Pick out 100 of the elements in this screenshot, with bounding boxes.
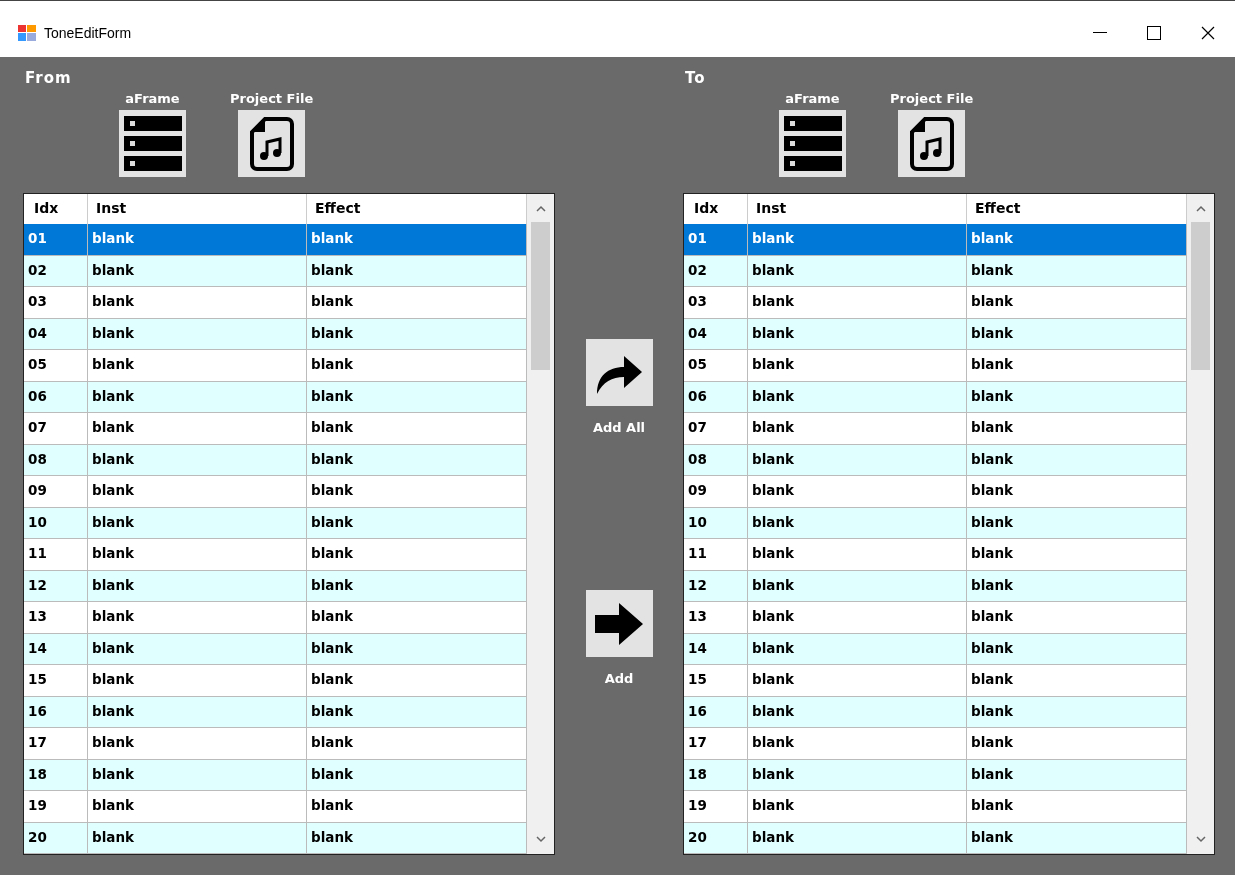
table-row[interactable]: 15 blank blank: [24, 665, 527, 697]
table-cell: blank: [88, 728, 307, 760]
table-row[interactable]: 09 blank blank: [24, 476, 527, 508]
button-label: Add: [604, 671, 634, 686]
minimize-icon: [1093, 32, 1107, 34]
table-cell: 07: [684, 413, 748, 445]
table-cell: 01: [684, 224, 748, 256]
table-row[interactable]: 19 blank blank: [24, 791, 527, 823]
server-rack-icon: [783, 115, 842, 172]
scroll-thumb[interactable]: [1191, 222, 1210, 370]
table-row[interactable]: 14 blank blank: [684, 633, 1187, 665]
table-row[interactable]: 17 blank blank: [24, 728, 527, 760]
table-row[interactable]: 12 blank blank: [684, 570, 1187, 602]
table-row[interactable]: 07 blank blank: [684, 413, 1187, 445]
table-row[interactable]: 13 blank blank: [684, 602, 1187, 634]
right-arrow-icon: [593, 600, 645, 647]
table-row[interactable]: 11 blank blank: [24, 539, 527, 571]
table-cell: 19: [684, 791, 748, 823]
table-cell: blank: [88, 224, 307, 256]
table-row[interactable]: 05 blank blank: [24, 350, 527, 382]
table-row[interactable]: 20 blank blank: [684, 822, 1187, 854]
table-cell: blank: [748, 350, 967, 382]
table-cell: 20: [684, 822, 748, 854]
table-row[interactable]: 16 blank blank: [684, 696, 1187, 728]
table-row[interactable]: 08 blank blank: [684, 444, 1187, 476]
table-cell: blank: [748, 728, 967, 760]
table-row[interactable]: 06 blank blank: [684, 381, 1187, 413]
data-grid[interactable]: [683, 193, 1215, 855]
source-button[interactable]: [119, 110, 186, 177]
source-label: Project File: [890, 91, 974, 106]
table-cell: blank: [88, 665, 307, 697]
table-cell: 07: [24, 413, 88, 445]
scroll-thumb[interactable]: [531, 222, 550, 370]
table-cell: 11: [684, 539, 748, 571]
table-row[interactable]: 20 blank blank: [24, 822, 527, 854]
table-row[interactable]: 08 blank blank: [24, 444, 527, 476]
table-cell: blank: [88, 413, 307, 445]
table-row[interactable]: 01 blank blank: [24, 224, 527, 256]
vertical-scrollbar[interactable]: [1187, 194, 1214, 854]
vertical-scrollbar[interactable]: [527, 194, 554, 854]
table-cell: blank: [748, 224, 967, 256]
table-row[interactable]: 06 blank blank: [24, 381, 527, 413]
source-label: aFrame: [785, 91, 840, 106]
table-cell: 09: [684, 476, 748, 508]
table-cell: blank: [88, 476, 307, 508]
table-row[interactable]: 17 blank blank: [684, 728, 1187, 760]
table-cell: 17: [24, 728, 88, 760]
table-cell: 05: [684, 350, 748, 382]
button-label: Add All: [592, 420, 646, 435]
table-row[interactable]: 11 blank blank: [684, 539, 1187, 571]
data-grid[interactable]: [23, 193, 555, 855]
app-icon: [18, 25, 36, 41]
table-row[interactable]: 19 blank blank: [684, 791, 1187, 823]
table-row[interactable]: 13 blank blank: [24, 602, 527, 634]
maximize-icon: [1147, 26, 1161, 40]
close-icon: [1201, 26, 1215, 40]
table-cell: blank: [88, 822, 307, 854]
table-row[interactable]: 07 blank blank: [24, 413, 527, 445]
table-cell: 03: [684, 287, 748, 319]
table-row[interactable]: 02 blank blank: [24, 255, 527, 287]
source-button[interactable]: [898, 110, 966, 177]
table-cell: 15: [684, 665, 748, 697]
table-row[interactable]: 02 blank blank: [684, 255, 1187, 287]
table-cell: 20: [24, 822, 88, 854]
table-cell: blank: [748, 476, 967, 508]
source-label: Project File: [230, 91, 314, 106]
table-cell: blank: [748, 602, 967, 634]
source-label: aFrame: [125, 91, 180, 106]
table-cell: blank: [88, 602, 307, 634]
table-row[interactable]: 05 blank blank: [684, 350, 1187, 382]
table-row[interactable]: 03 blank blank: [684, 287, 1187, 319]
table-row[interactable]: 18 blank blank: [24, 759, 527, 791]
table-cell: 13: [684, 602, 748, 634]
table-row[interactable]: 03 blank blank: [24, 287, 527, 319]
table-row[interactable]: 14 blank blank: [24, 633, 527, 665]
table-row[interactable]: 16 blank blank: [24, 696, 527, 728]
table-cell: blank: [748, 665, 967, 697]
table-row[interactable]: 10 blank blank: [24, 507, 527, 539]
table-row[interactable]: 01 blank blank: [684, 224, 1187, 256]
table-row[interactable]: 15 blank blank: [684, 665, 1187, 697]
table-cell: blank: [748, 539, 967, 571]
table-cell: 03: [24, 287, 88, 319]
add-button[interactable]: [585, 339, 653, 406]
table-cell: 11: [24, 539, 88, 571]
table-row[interactable]: 09 blank blank: [684, 476, 1187, 508]
source-button[interactable]: [238, 110, 306, 177]
table-cell: blank: [748, 791, 967, 823]
table-row[interactable]: 04 blank blank: [24, 318, 527, 350]
source-button[interactable]: [779, 110, 846, 177]
music-file-icon: [908, 115, 955, 172]
table-row[interactable]: 10 blank blank: [684, 507, 1187, 539]
table-cell: 19: [24, 791, 88, 823]
panel-title: From: [24, 69, 73, 87]
table-cell: blank: [88, 791, 307, 823]
table-cell: 15: [24, 665, 88, 697]
table-cell: 13: [24, 602, 88, 634]
table-row[interactable]: 12 blank blank: [24, 570, 527, 602]
table-row[interactable]: 04 blank blank: [684, 318, 1187, 350]
table-row[interactable]: 18 blank blank: [684, 759, 1187, 791]
add-button[interactable]: [585, 590, 653, 657]
